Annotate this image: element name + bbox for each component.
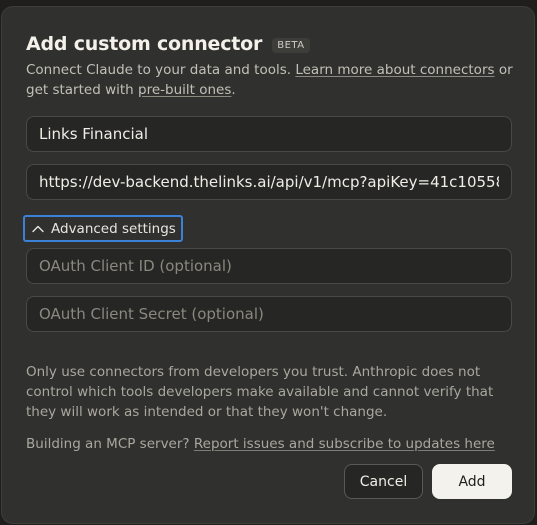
dialog-title: Add custom connector [26,33,263,55]
cancel-button[interactable]: Cancel [344,464,423,499]
subtitle-prefix: Connect Claude to your data and tools. [26,62,296,78]
mcp-prefix: Building an MCP server? [26,436,194,452]
advanced-settings-toggle[interactable]: Advanced settings [23,215,183,242]
beta-badge: BETA [272,37,310,53]
dialog-subtitle: Connect Claude to your data and tools. L… [26,60,516,100]
connector-name-input[interactable] [26,116,512,152]
advanced-settings-label: Advanced settings [51,220,176,237]
subtitle-suffix: . [231,82,236,98]
connector-url-input[interactable] [26,164,512,200]
add-button[interactable]: Add [432,464,512,499]
mcp-server-note: Building an MCP server? Report issues an… [26,434,495,454]
learn-more-link[interactable]: Learn more about connectors [295,62,494,78]
add-connector-dialog: Add custom connector BETA Connect Claude… [1,6,535,524]
dialog-header: Add custom connector BETA [26,33,310,55]
chevron-up-icon [31,222,45,236]
prebuilt-connectors-link[interactable]: pre-built ones [138,82,231,98]
trust-notice: Only use connectors from developers you … [26,364,494,420]
report-issues-link[interactable]: Report issues and subscribe to updates h… [194,436,495,452]
oauth-client-id-input[interactable] [26,248,512,284]
oauth-client-secret-input[interactable] [26,296,512,332]
